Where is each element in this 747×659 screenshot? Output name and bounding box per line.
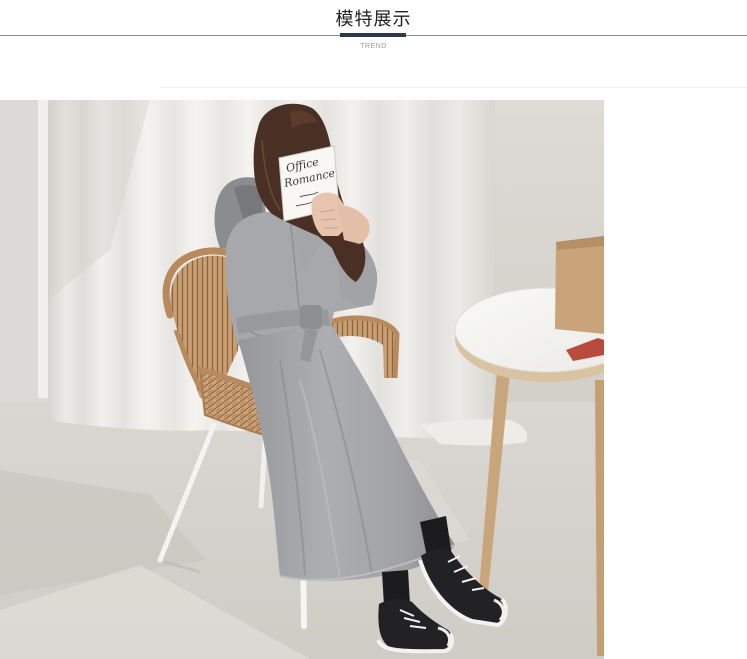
belt-knot xyxy=(300,305,322,329)
paper-bag xyxy=(555,236,604,334)
header-faint-separator xyxy=(160,87,747,88)
model-photo: Office Romance xyxy=(0,100,604,659)
product-detail-section: 模特展示 TREND Office Romance xyxy=(0,0,747,659)
title-underline xyxy=(340,33,406,37)
section-header: 模特展示 TREND xyxy=(0,0,747,100)
section-subtitle: TREND xyxy=(360,43,387,50)
section-title: 模特展示 xyxy=(335,9,412,30)
